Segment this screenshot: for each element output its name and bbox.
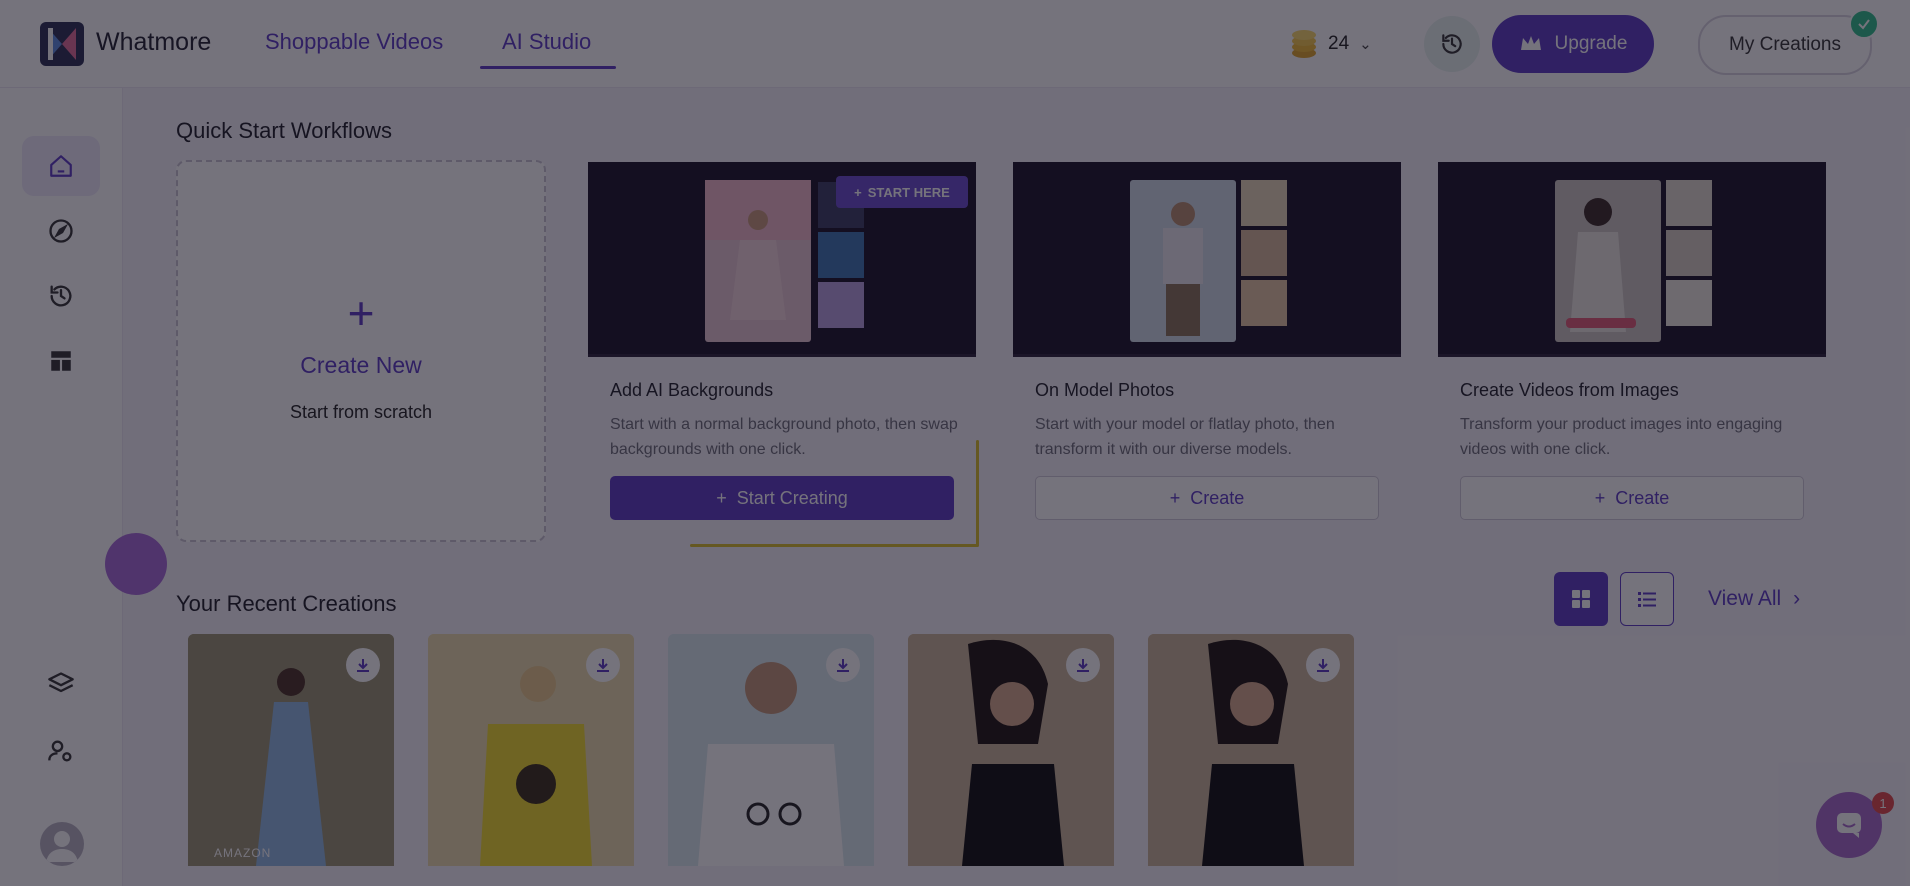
history-button[interactable] [1424, 16, 1480, 72]
grid-view-button[interactable] [1554, 572, 1608, 626]
top-navbar: Whatmore Shoppable Videos AI Studio 24 ⌄… [0, 0, 1910, 88]
avatar[interactable] [40, 822, 84, 866]
workflow-preview-image [1130, 180, 1287, 342]
create-new-card[interactable]: + Create New Start from scratch [176, 160, 546, 542]
create-new-subtitle: Start from scratch [289, 402, 433, 422]
chat-icon [1837, 813, 1861, 838]
plus-icon: + [854, 184, 862, 200]
plus-icon: + [1594, 487, 1606, 508]
workflow-description: Start with a normal background photo, th… [610, 416, 958, 458]
workflow-thumbnail: + START HERE [588, 162, 976, 357]
coins-icon [1292, 30, 1316, 58]
crown-icon [1520, 36, 1541, 50]
download-button[interactable] [826, 648, 860, 682]
sidebar-item-templates[interactable] [22, 331, 100, 391]
onboarding-highlight [690, 544, 979, 547]
recent-creation-thumbnail[interactable] [428, 634, 634, 866]
workflow-description: Start with your model or flatlay photo, … [1035, 416, 1335, 458]
start-creating-button[interactable]: + Start Creating [610, 476, 954, 520]
download-button[interactable] [346, 648, 380, 682]
create-label: Create [1615, 487, 1670, 508]
start-here-label: START HERE [867, 184, 950, 200]
download-button[interactable] [1306, 648, 1340, 682]
history-icon [1442, 34, 1462, 54]
workflow-card-ai-backgrounds: + START HERE Add AI Backgrounds Start wi… [588, 162, 976, 542]
start-creating-label: Start Creating [736, 487, 848, 508]
plus-icon: + [347, 287, 375, 339]
onboarding-highlight [976, 440, 979, 546]
list-view-button[interactable] [1620, 572, 1674, 626]
my-creations-button[interactable]: My Creations [1698, 15, 1872, 75]
create-label: Create [1190, 487, 1245, 508]
sidebar [0, 88, 123, 886]
workflow-description: Transform your product images into engag… [1460, 416, 1783, 458]
workflow-thumbnail [1013, 162, 1401, 357]
sidebar-item-home[interactable] [22, 136, 100, 196]
create-button[interactable]: + Create [1035, 476, 1379, 520]
download-button[interactable] [1066, 648, 1100, 682]
my-creations-label: My Creations [1729, 34, 1841, 55]
create-new-title: Create New [300, 352, 422, 378]
download-icon [597, 659, 609, 672]
history-icon [50, 285, 72, 307]
workflow-card-on-model: On Model Photos Start with your model or… [1013, 162, 1401, 542]
recent-creation-thumbnail[interactable] [908, 634, 1114, 866]
cursor-highlight [105, 533, 167, 595]
sidebar-item-layers[interactable] [22, 654, 100, 714]
workflow-title: Create Videos from Images [1460, 380, 1679, 400]
download-icon [1077, 659, 1089, 672]
chevron-right-icon: › [1793, 587, 1801, 610]
recent-creations-title: Your Recent Creations [176, 591, 397, 616]
recent-creation-thumbnail[interactable] [1148, 634, 1354, 866]
nav-shoppable-videos[interactable]: Shoppable Videos [265, 29, 443, 55]
workflow-card-videos-from-images: Create Videos from Images Transform your… [1438, 162, 1826, 542]
upgrade-button[interactable]: Upgrade [1492, 15, 1654, 73]
download-icon [837, 659, 849, 672]
view-all-link[interactable]: View All › [1708, 587, 1800, 611]
upgrade-label: Upgrade [1554, 33, 1628, 54]
workflow-thumbnail [1438, 162, 1826, 357]
thumbnail-tag: AMAZON [214, 846, 272, 860]
recent-creation-thumbnail[interactable] [668, 634, 874, 866]
download-icon [357, 659, 369, 672]
download-icon [1317, 659, 1329, 672]
grid-icon [1572, 590, 1590, 608]
user-icon [46, 831, 78, 862]
layout-icon [51, 351, 71, 371]
quick-start-title: Quick Start Workflows [176, 118, 392, 143]
download-button[interactable] [586, 648, 620, 682]
workflow-title: Add AI Backgrounds [610, 380, 774, 400]
check-icon [1849, 9, 1879, 39]
recent-creation-thumbnail[interactable]: AMAZON [188, 634, 394, 866]
view-all-label: View All [1708, 587, 1782, 610]
workflow-title: On Model Photos [1035, 380, 1175, 400]
nav-ai-studio[interactable]: AI Studio [502, 29, 591, 55]
plus-icon: + [1169, 487, 1181, 508]
user-gear-icon [48, 740, 72, 762]
credits-count: 24 [1328, 33, 1350, 54]
chevron-down-icon: ⌄ [1359, 36, 1372, 53]
plus-icon: + [716, 487, 727, 508]
layers-icon [48, 672, 74, 693]
create-button[interactable]: + Create [1460, 476, 1804, 520]
list-icon [1638, 592, 1656, 607]
brand-name[interactable]: Whatmore [96, 28, 211, 57]
compass-icon [49, 219, 73, 243]
credits-dropdown[interactable]: 24 ⌄ [1286, 22, 1390, 66]
whatmore-logo[interactable] [40, 22, 84, 66]
sidebar-item-user-settings[interactable] [22, 721, 100, 781]
sidebar-item-history[interactable] [22, 266, 100, 326]
chat-notification-badge: 1 [1872, 792, 1894, 814]
workflow-preview-image [1555, 180, 1712, 342]
start-here-tag: + START HERE [836, 176, 968, 208]
sidebar-item-explore[interactable] [22, 201, 100, 261]
home-icon [50, 155, 72, 177]
nav-active-indicator [480, 66, 616, 69]
